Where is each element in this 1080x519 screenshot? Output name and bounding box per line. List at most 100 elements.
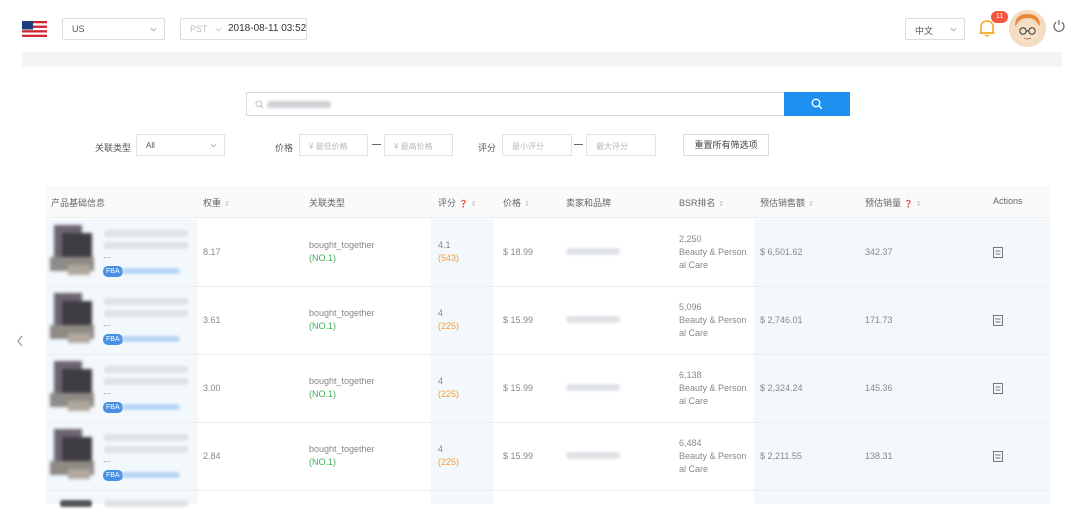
rating-max-input[interactable]: 最大评分 (586, 134, 656, 156)
list-icon[interactable] (993, 383, 1003, 394)
product-title-blurred (104, 434, 188, 441)
product-title-blurred (104, 378, 188, 385)
seller-brand-blurred (566, 452, 620, 459)
help-icon[interactable]: ❓ (904, 200, 913, 208)
search-icon (811, 98, 823, 110)
review-count[interactable]: (225) (438, 320, 459, 333)
product-title-blurred (104, 310, 188, 317)
sort-icon[interactable]: ⇕ (719, 200, 725, 208)
fba-badge: FBA (103, 402, 123, 413)
avatar[interactable] (1009, 10, 1046, 47)
fba-badge: FBA (103, 334, 123, 345)
column-header-bsr-label: BSR排名 (679, 198, 716, 208)
row-divider (46, 490, 1050, 491)
product-asin-blurred[interactable] (122, 268, 180, 274)
relation-value: bought_together (309, 308, 375, 318)
product-asin-blurred[interactable] (122, 336, 180, 342)
sort-icon[interactable]: ⇕ (916, 200, 922, 208)
row-divider (46, 422, 1050, 423)
bsr-category: al Care (679, 396, 709, 406)
search-button[interactable] (784, 92, 850, 116)
language-select[interactable]: 中文 (905, 18, 965, 40)
relation-rank: (NO.1) (309, 321, 336, 331)
review-count[interactable]: (543) (438, 252, 459, 265)
units-value: 138.31 (865, 451, 893, 461)
rating-min-input[interactable]: 最小评分 (502, 134, 572, 156)
product-thumbnail[interactable] (50, 293, 98, 345)
bsr-category: Beauty & Person (679, 383, 747, 393)
search-icon (255, 100, 264, 109)
current-datetime: 2018-08-11 03:52 (228, 23, 307, 34)
list-icon[interactable] (993, 451, 1003, 462)
seller-brand-blurred (566, 316, 620, 323)
column-header-units[interactable]: 预估销量 ❓ ⇕ (865, 196, 922, 209)
price-max-input[interactable]: ¥ 最高价格 (384, 134, 453, 156)
rating-label: 评分 (478, 143, 497, 153)
help-icon[interactable]: ❓ (459, 200, 468, 208)
product-thumbnail[interactable] (50, 429, 98, 481)
units-value: 342.37 (865, 247, 893, 257)
search-input[interactable] (246, 92, 785, 116)
relation-rank: (NO.1) (309, 389, 336, 399)
us-flag-icon[interactable] (22, 21, 47, 37)
search-query-blurred (267, 101, 331, 108)
product-asin-blurred[interactable] (122, 472, 180, 478)
avatar-face-icon (1009, 10, 1046, 47)
fba-badge: FBA (103, 470, 123, 481)
fba-badge: FBA (103, 266, 123, 277)
product-ellipsis: ... (103, 250, 111, 260)
list-icon[interactable] (993, 247, 1003, 258)
column-header-price-label: 价格 (503, 198, 522, 208)
product-thumbnail[interactable] (50, 361, 98, 413)
price-max-placeholder: ¥ 最高价格 (394, 142, 433, 151)
price-range-dash (372, 144, 381, 145)
chevron-down-icon (215, 27, 222, 32)
product-thumbnail[interactable] (50, 225, 98, 277)
rating-value: 4.1 (438, 240, 451, 250)
review-count[interactable]: (225) (438, 388, 459, 401)
rating-max-placeholder: 最大评分 (596, 142, 628, 151)
bsr-rank: 5,096 (679, 302, 702, 312)
power-icon[interactable] (1053, 19, 1065, 33)
column-header-rating-label: 评分 (438, 198, 457, 208)
relation-type-value: All (146, 141, 155, 150)
weight-value: 8.17 (203, 247, 221, 257)
product-asin-blurred[interactable] (122, 404, 180, 410)
relation-type-select[interactable]: All (136, 134, 225, 156)
sort-icon[interactable]: ⇕ (808, 200, 814, 208)
page-divider-band (22, 52, 1062, 67)
sales-value: $ 6,501.62 (760, 247, 803, 257)
column-header-product: 产品基础信息 (51, 198, 106, 208)
price-value: $ 15.99 (503, 451, 534, 461)
sort-icon[interactable]: ⇕ (524, 200, 530, 208)
chevron-down-icon (950, 27, 957, 32)
column-header-weight[interactable]: 权重 ⇕ (203, 196, 230, 209)
units-value: 171.73 (865, 315, 893, 325)
weight-value: 3.00 (203, 383, 221, 393)
reset-filters-button[interactable]: 重置所有筛选项 (683, 134, 769, 156)
relation-value: bought_together (309, 376, 375, 386)
chevron-down-icon (210, 143, 217, 148)
rating-min-placeholder: 最小评分 (512, 142, 544, 151)
price-value: $ 15.99 (503, 315, 534, 325)
price-min-input[interactable]: ¥ 最低价格 (299, 134, 368, 156)
list-icon[interactable] (993, 315, 1003, 326)
marketplace-select[interactable]: US (62, 18, 165, 40)
column-header-actions: Actions (993, 196, 1023, 206)
review-count[interactable]: (225) (438, 456, 459, 469)
column-header-bsr[interactable]: BSR排名 ⇕ (679, 196, 724, 209)
sort-icon[interactable]: ⇕ (471, 200, 477, 208)
bsr-category: Beauty & Person (679, 315, 747, 325)
bsr-category: al Care (679, 464, 709, 474)
column-header-rating[interactable]: 评分 ❓ ⇕ (438, 196, 477, 209)
chevron-down-icon (150, 27, 157, 32)
sort-icon[interactable]: ⇕ (224, 200, 230, 208)
relation-rank: (NO.1) (309, 457, 336, 467)
bsr-rank: 6,138 (679, 370, 702, 380)
column-header-sales[interactable]: 预估销售额 ⇕ (760, 196, 814, 209)
column-header-seller: 卖家和品牌 (566, 198, 612, 208)
chevron-left-icon[interactable] (15, 334, 25, 348)
price-label: 价格 (275, 143, 294, 153)
bsr-category: al Care (679, 328, 709, 338)
column-header-price[interactable]: 价格 ⇕ (503, 196, 530, 209)
